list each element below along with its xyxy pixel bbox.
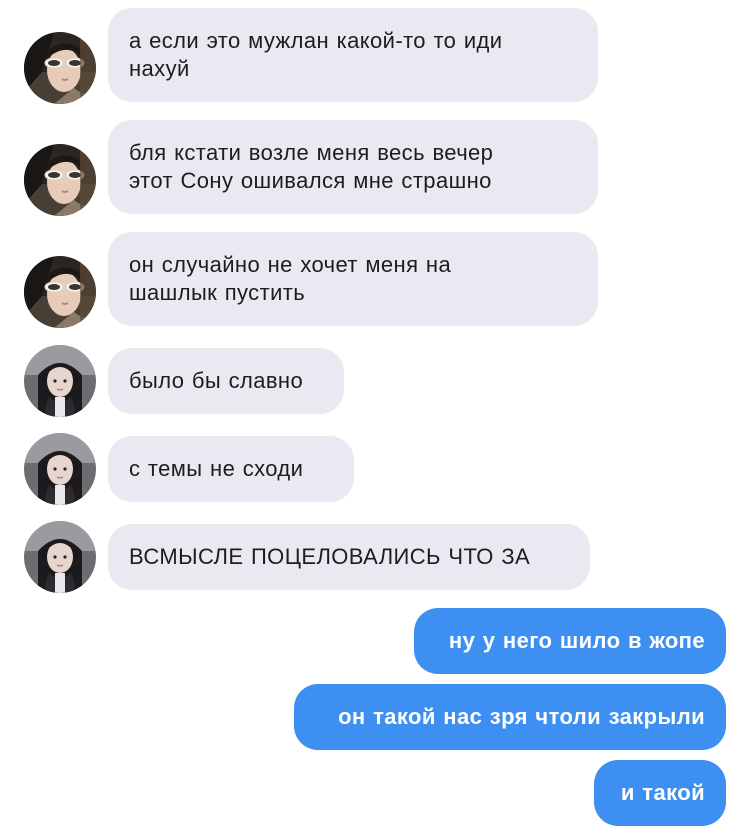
message-text: он такой нас зря чтоли закрыли bbox=[338, 704, 705, 729]
message-bubble-incoming[interactable]: бля кстати возле меня весь вечер этот Со… bbox=[108, 120, 598, 214]
avatar-sunglasses-icon[interactable] bbox=[24, 144, 96, 216]
message-text-line: шашлык пустить bbox=[129, 280, 306, 305]
message-text-line: бля кстати возле меня весь вечер bbox=[129, 140, 494, 165]
message-bubble-incoming[interactable]: с темы не сходи bbox=[108, 436, 354, 502]
message-text: ВСМЫСЛЕ ПОЦЕЛОВАЛИСЬ ЧТО ЗА bbox=[129, 544, 531, 569]
message-text: ну у него шило в жопе bbox=[448, 628, 705, 653]
message-text-line: он случайно не хочет меня на bbox=[129, 252, 452, 277]
message-bubble-incoming[interactable]: было бы славно bbox=[108, 348, 344, 414]
message-text-line: а если это мужлан какой-то то иди bbox=[129, 28, 503, 53]
message-bubble-outgoing[interactable]: и такой bbox=[594, 760, 726, 826]
message-bubble-incoming[interactable]: он случайно не хочет меня на шашлык пуст… bbox=[108, 232, 598, 326]
message-text-line: этот Сону ошивался мне страшно bbox=[129, 168, 492, 193]
avatar-girl-icon[interactable] bbox=[24, 521, 96, 593]
avatar-sunglasses-icon[interactable] bbox=[24, 256, 96, 328]
avatar-girl-icon[interactable] bbox=[24, 433, 96, 505]
message-bubble-outgoing[interactable]: ну у него шило в жопе bbox=[414, 608, 726, 674]
message-bubble-incoming[interactable]: а если это мужлан какой-то то иди нахуй bbox=[108, 8, 598, 102]
message-text: и такой bbox=[620, 780, 705, 805]
message-bubble-outgoing[interactable]: он такой нас зря чтоли закрыли bbox=[294, 684, 726, 750]
message-text-line: нахуй bbox=[129, 56, 190, 81]
message-text: было бы славно bbox=[129, 368, 304, 393]
message-bubble-incoming[interactable]: ВСМЫСЛЕ ПОЦЕЛОВАЛИСЬ ЧТО ЗА bbox=[108, 524, 590, 590]
avatar-girl-icon[interactable] bbox=[24, 345, 96, 417]
avatar-sunglasses-icon[interactable] bbox=[24, 32, 96, 104]
message-text: с темы не сходи bbox=[129, 456, 304, 481]
